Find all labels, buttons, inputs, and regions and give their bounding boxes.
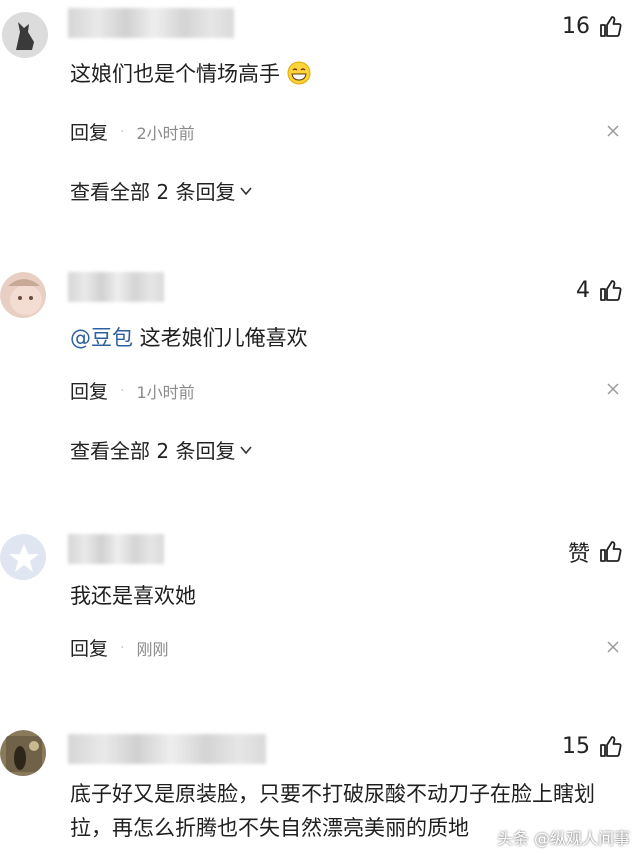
thumbs-up-icon — [600, 279, 622, 301]
like-count: 15 — [562, 734, 590, 759]
view-all-replies[interactable]: 查看全部 2 条回复 — [70, 435, 253, 464]
grinning-emoji-icon — [287, 61, 311, 85]
reply-button[interactable]: 回复 — [70, 634, 108, 661]
timestamp: 1小时前 — [136, 382, 195, 402]
username-blurred — [68, 272, 164, 302]
like-label: 赞 — [567, 542, 590, 567]
separator: · — [120, 382, 125, 399]
like-button[interactable]: 4 — [576, 278, 622, 303]
baby-avatar-image — [0, 272, 46, 318]
thumbs-up-icon — [600, 15, 622, 37]
chevron-down-icon — [240, 186, 253, 195]
close-icon[interactable] — [606, 382, 620, 396]
comment-text: @豆包 这老娘们儿俺喜欢 — [70, 326, 308, 350]
like-button[interactable]: 赞 — [568, 536, 622, 568]
separator: · — [120, 639, 125, 656]
like-button[interactable]: 16 — [562, 14, 622, 39]
username-blurred — [68, 8, 234, 38]
watermark: 头条 @纵观人间事 — [496, 829, 630, 848]
like-button[interactable]: 15 — [562, 734, 622, 759]
timestamp: 刚刚 — [136, 639, 169, 659]
default-star-avatar-icon — [0, 534, 46, 580]
like-count: 16 — [562, 14, 590, 39]
username-blurred — [68, 734, 266, 764]
close-icon[interactable] — [606, 640, 620, 654]
photo-avatar-image — [0, 730, 46, 776]
comment-meta: 回复 · 2小时前 — [70, 118, 195, 145]
thumbs-up-icon — [600, 541, 622, 562]
thumbs-up-icon — [600, 735, 622, 757]
username-blurred — [68, 534, 164, 564]
comment-text: 这娘们也是个情场高手 — [70, 58, 616, 91]
wolf-avatar-image — [2, 12, 48, 58]
comment-text: 我还是喜欢她 — [70, 584, 196, 608]
separator: · — [120, 123, 125, 140]
close-icon[interactable] — [606, 124, 620, 138]
comment-meta: 回复 · 刚刚 — [70, 634, 168, 661]
avatar[interactable] — [0, 730, 46, 776]
avatar[interactable] — [0, 534, 46, 580]
avatar[interactable] — [2, 12, 48, 58]
view-all-replies[interactable]: 查看全部 2 条回复 — [70, 176, 253, 205]
avatar[interactable] — [0, 272, 46, 318]
reply-button[interactable]: 回复 — [70, 377, 108, 404]
chevron-down-icon — [240, 445, 253, 454]
timestamp: 2小时前 — [136, 123, 195, 143]
like-count: 4 — [576, 278, 590, 303]
reply-button[interactable]: 回复 — [70, 118, 108, 145]
comment-meta: 回复 · 1小时前 — [70, 377, 195, 404]
mention-link[interactable]: @豆包 — [70, 326, 133, 350]
